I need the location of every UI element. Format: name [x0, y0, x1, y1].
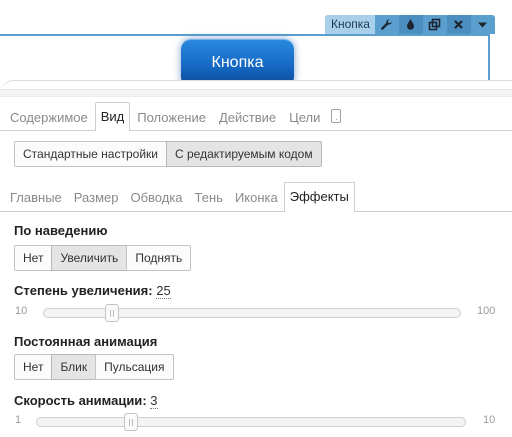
main-tabs: Содержимое Вид Положение Действие Цели . — [0, 101, 512, 131]
element-title[interactable]: Кнопка — [325, 15, 375, 34]
animation-glare-button[interactable]: Блик — [51, 354, 97, 380]
animation-label: Постоянная анимация — [14, 334, 158, 349]
scale-value[interactable]: 25 — [156, 283, 171, 299]
speed-slider-handle[interactable] — [124, 413, 138, 431]
drop-icon[interactable] — [398, 15, 423, 34]
element-toolbar: Кнопка — [325, 15, 495, 34]
duplicate-icon[interactable] — [423, 15, 447, 34]
hover-none-button[interactable]: Нет — [14, 245, 53, 271]
hover-lift-button[interactable]: Поднять — [126, 245, 192, 271]
hover-options: Нет Увеличить Поднять — [14, 245, 192, 271]
speed-label: Скорость анимации: 3 — [14, 393, 158, 409]
speed-value[interactable]: 3 — [150, 393, 158, 409]
subtab-icon[interactable]: Иконка — [229, 183, 284, 211]
settings-panel: Содержимое Вид Положение Действие Цели .… — [0, 80, 512, 437]
speed-slider[interactable]: 1 10 — [0, 412, 512, 432]
wrench-icon[interactable] — [375, 15, 399, 34]
tab-action[interactable]: Действие — [213, 103, 282, 130]
scale-slider-handle[interactable] — [105, 304, 119, 322]
close-icon[interactable] — [446, 15, 471, 34]
subtab-border[interactable]: Обводка — [124, 183, 188, 211]
subtab-shadow[interactable]: Тень — [189, 183, 229, 211]
scale-min: 10 — [15, 305, 28, 317]
tab-position[interactable]: Положение — [131, 103, 212, 130]
sub-tabs: Главные Размер Обводка Тень Иконка Эффек… — [0, 181, 512, 212]
hover-scale-button[interactable]: Увеличить — [51, 245, 128, 271]
speed-label-text: Скорость анимации — [14, 393, 143, 408]
speed-min: 1 — [15, 414, 22, 426]
more-tabs-icon[interactable]: . — [331, 109, 342, 123]
hover-label: По наведению — [14, 223, 108, 238]
tab-content[interactable]: Содержимое — [4, 103, 94, 130]
speed-max: 10 — [483, 414, 496, 426]
tab-goals[interactable]: Цели — [283, 103, 326, 130]
chevron-down-icon[interactable] — [471, 15, 495, 34]
mode-switch: Стандартные настройки С редактируемым ко… — [14, 141, 322, 167]
subtab-size[interactable]: Размер — [68, 183, 125, 211]
scale-slider[interactable]: 10 100 — [0, 303, 512, 323]
scale-label: Степень увеличения: 25 — [14, 283, 171, 299]
animation-pulse-button[interactable]: Пульсация — [95, 354, 174, 380]
animation-options: Нет Блик Пульсация — [14, 354, 174, 380]
tab-view[interactable]: Вид — [94, 102, 131, 131]
editable-code-button[interactable]: С редактируемым кодом — [165, 141, 322, 167]
subtab-main[interactable]: Главные — [4, 183, 68, 211]
speed-track[interactable] — [36, 417, 466, 427]
scale-label-text: Степень увеличения — [14, 283, 149, 298]
animation-none-button[interactable]: Нет — [14, 354, 53, 380]
standard-settings-button[interactable]: Стандартные настройки — [14, 141, 167, 167]
panel-header-band — [0, 89, 512, 97]
subtab-effects[interactable]: Эффекты — [283, 182, 355, 212]
scale-max: 100 — [477, 305, 496, 317]
